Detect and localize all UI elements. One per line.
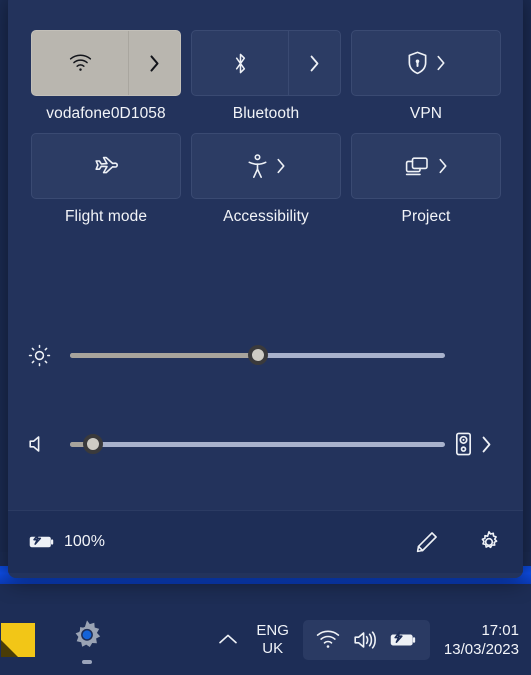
tile-accessibility-label: Accessibility (223, 208, 309, 225)
battery-charging-icon (29, 533, 55, 551)
brightness-slider[interactable] (70, 343, 445, 367)
tile-cell-bluetooth: Bluetooth (191, 30, 341, 123)
battery-status[interactable]: 100% (29, 533, 105, 551)
brightness-slider-row (8, 338, 523, 372)
screen: vodafone0D1058 Bluetooth VPN Flight mode… (0, 0, 531, 675)
brightness-slider-thumb[interactable] (247, 345, 268, 365)
battery-charging-icon[interactable] (390, 630, 417, 649)
language-indicator[interactable]: ENG UK (248, 622, 297, 658)
wallpaper-band-lower (0, 584, 531, 604)
tile-cell-accessibility: Accessibility (191, 133, 341, 226)
tile-vpn-label: VPN (409, 105, 443, 122)
brightness-slider-track[interactable] (70, 345, 445, 365)
tile-cell-vpn: VPN (351, 30, 501, 123)
brightness-icon (8, 344, 70, 367)
language-line-2: UK (262, 639, 284, 657)
volume-icon[interactable] (353, 630, 377, 650)
pencil-edit-icon[interactable] (415, 530, 439, 554)
tile-project-inner (404, 155, 448, 177)
chevron-right-icon[interactable] (436, 55, 446, 71)
volume-slider[interactable] (70, 432, 445, 456)
clock-time: 17:01 (481, 621, 519, 639)
settings-gear-icon (68, 618, 106, 661)
quick-settings-footer: 100% (8, 510, 523, 573)
tile-flight-mode-label: Flight mode (64, 208, 148, 225)
tile-project-label: Project (401, 208, 451, 225)
tile-bluetooth-toggle[interactable] (192, 31, 289, 95)
sticky-note-icon (1, 622, 35, 657)
tile-wifi-label: vodafone0D1058 (46, 105, 166, 122)
wifi-icon (69, 54, 92, 72)
taskbar-app-sticky-notes[interactable] (0, 604, 58, 675)
tile-cell-project: Project (351, 133, 501, 226)
tile-vpn-inner (407, 51, 446, 75)
chevron-right-icon[interactable] (481, 436, 492, 453)
tile-accessibility-inner (247, 153, 286, 179)
tile-flight-mode[interactable] (31, 133, 181, 199)
taskbar-system-tray: ENG UK 17:01 13/03/2023 (208, 604, 531, 675)
volume-slider-row (8, 427, 523, 461)
project-display-icon (404, 155, 430, 177)
taskbar-clock[interactable]: 17:01 13/03/2023 (436, 621, 531, 659)
tile-flight-mode-inner (93, 154, 119, 178)
tile-wifi-chevron-button[interactable] (129, 31, 180, 95)
tile-wifi-toggle[interactable] (32, 31, 129, 95)
tile-bluetooth[interactable] (191, 30, 341, 96)
battery-percent-label: 100% (64, 533, 105, 550)
tile-vpn[interactable] (351, 30, 501, 96)
taskbar-running-indicator (82, 660, 92, 664)
tile-accessibility[interactable] (191, 133, 341, 199)
taskbar: ENG UK 17:01 13/03/2023 (0, 604, 531, 675)
volume-slider-thumb[interactable] (82, 434, 103, 454)
footer-action-buttons (415, 530, 501, 554)
tile-wifi[interactable] (31, 30, 181, 96)
vpn-shield-icon (407, 51, 428, 75)
airplane-icon (93, 154, 119, 178)
language-line-1: ENG (256, 621, 289, 639)
tile-cell-flight-mode: Flight mode (31, 133, 181, 226)
clock-date: 13/03/2023 (443, 640, 519, 658)
tray-status-icons-group[interactable] (302, 619, 430, 660)
tile-project[interactable] (351, 133, 501, 199)
volume-icon[interactable] (8, 434, 70, 454)
quick-settings-panel: vodafone0D1058 Bluetooth VPN Flight mode… (8, 0, 523, 578)
brightness-slider-fill (70, 352, 258, 358)
taskbar-app-buttons (0, 604, 116, 675)
tile-bluetooth-chevron-button[interactable] (289, 31, 340, 95)
bluetooth-icon (232, 52, 249, 75)
tile-cell-wifi: vodafone0D1058 (31, 30, 181, 123)
volume-slider-track[interactable] (70, 434, 445, 454)
gear-settings-icon[interactable] (477, 530, 501, 554)
volume-slider-end-group (445, 432, 523, 456)
accessibility-icon (247, 153, 268, 179)
chevron-right-icon (309, 55, 320, 72)
quick-settings-body: vodafone0D1058 Bluetooth VPN Flight mode… (8, 0, 523, 510)
chevron-right-icon[interactable] (438, 158, 448, 174)
chevron-right-icon (149, 54, 160, 72)
chevron-right-icon[interactable] (276, 158, 286, 174)
quick-settings-tile-grid: vodafone0D1058 Bluetooth VPN Flight mode… (31, 30, 501, 226)
tray-overflow-button[interactable] (208, 633, 248, 646)
chevron-up-icon (218, 633, 238, 646)
wifi-icon[interactable] (316, 630, 340, 649)
audio-output-icon[interactable] (455, 432, 472, 456)
tile-bluetooth-label: Bluetooth (232, 105, 300, 122)
taskbar-app-settings[interactable] (58, 604, 116, 675)
